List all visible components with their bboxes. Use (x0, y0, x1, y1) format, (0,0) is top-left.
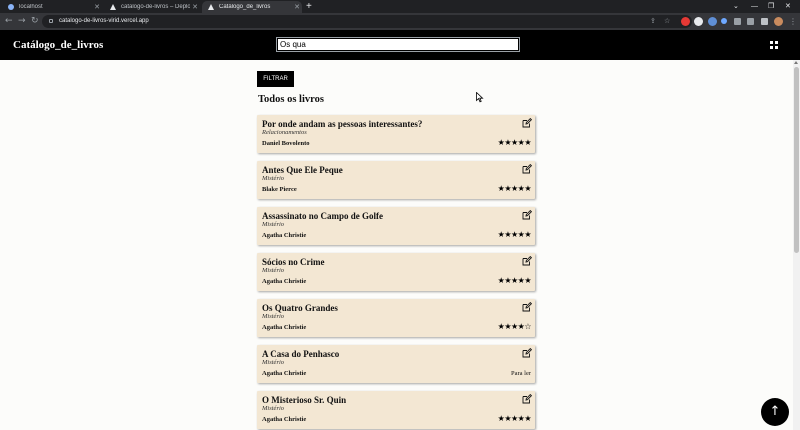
rating-stars: ★★★★★ (497, 276, 532, 285)
scroll-to-top-button[interactable]: ↑ (761, 398, 789, 426)
book-card[interactable]: Assassinato no Campo de Golfe Mistério Aga… (257, 207, 535, 245)
lock-icon (49, 19, 53, 23)
avatar[interactable] (774, 17, 783, 26)
vercel-icon (208, 4, 214, 10)
close-icon[interactable]: ✕ (190, 3, 200, 11)
brand-title[interactable]: Catálogo_de_livros (13, 30, 103, 60)
tab-label: localhost (19, 4, 43, 10)
book-title: O Misterioso Sr. Quin (262, 395, 347, 405)
book-title: Os Quatro Grandes (262, 303, 338, 313)
book-title: Por onde andam as pessoas interessantes? (262, 119, 423, 129)
tab-localhost[interactable]: localhost ✕ (2, 1, 102, 13)
new-tab-button[interactable]: + (306, 1, 312, 13)
book-card[interactable]: Antes Que Ele Peque Mistério Blake Pierce ★… (257, 161, 535, 199)
scroll-up-icon[interactable] (794, 61, 798, 64)
edit-icon[interactable] (522, 394, 532, 404)
reload-icon[interactable]: ↻ (31, 13, 39, 30)
rating-stars: ★★★★★ (497, 184, 532, 193)
puzzle-icon[interactable] (747, 18, 754, 25)
extension-icon[interactable] (708, 17, 717, 26)
tab-deployment[interactable]: catalogo-de-livros – Deployment ✕ (104, 1, 200, 13)
reading-status: Para ler (510, 370, 531, 377)
globe-icon (8, 4, 14, 10)
vercel-icon (110, 4, 116, 10)
book-author: Agatha Christie (262, 278, 307, 285)
minimize-button[interactable]: — (751, 0, 758, 13)
book-title: Assassinato no Campo de Golfe (262, 211, 384, 221)
restore-button[interactable]: ❐ (768, 0, 774, 13)
close-icon[interactable]: ✕ (92, 3, 102, 11)
book-title: Sócios no Crime (262, 257, 325, 267)
sidebar-icon[interactable] (761, 18, 768, 25)
bookmark-star-icon[interactable]: ☆ (664, 15, 670, 28)
book-card[interactable]: Sócios no Crime Mistério Agatha Christie ★★… (257, 253, 535, 291)
book-title: A Casa do Penhasco (262, 349, 340, 359)
extension-icon[interactable] (721, 18, 727, 24)
scroll-thumb[interactable] (794, 67, 799, 253)
book-genre: Mistério (262, 359, 285, 366)
close-icon[interactable]: ✕ (292, 3, 302, 11)
app-header: Catálogo_de_livros (0, 30, 800, 60)
rating-stars: ★★★★★ (497, 138, 532, 147)
url-text[interactable]: catalogo-de-livros-virid.vercel.app (59, 15, 149, 28)
browser-tab-bar: localhost ✕ catalogo-de-livros – Deploym… (0, 0, 800, 13)
filter-button[interactable]: FILTRAR (257, 71, 294, 87)
book-genre: Mistério (262, 175, 285, 182)
book-card[interactable]: Por onde andam as pessoas interessantes?… (257, 115, 535, 153)
book-card[interactable]: Os Quatro Grandes Mistério Agatha Christie… (257, 299, 535, 337)
grid-view-icon[interactable] (770, 41, 778, 49)
rating-stars: ★★★★☆ (497, 322, 532, 331)
edit-icon[interactable] (522, 210, 532, 220)
back-icon[interactable]: ← (5, 13, 13, 30)
book-genre: Mistério (262, 267, 285, 274)
extension-icon[interactable] (734, 18, 741, 25)
share-icon[interactable]: ⇪ (650, 15, 656, 28)
address-bar: ← → ↻ catalogo-de-livros-virid.vercel.ap… (0, 13, 800, 30)
forward-icon[interactable]: → (18, 13, 26, 30)
section-title: Todos os livros (258, 94, 324, 105)
tab-search-icon[interactable]: ⌄ (733, 0, 739, 13)
book-genre: Relacionamentos (262, 129, 307, 136)
book-title: Antes Que Ele Peque (262, 165, 343, 175)
book-author: Agatha Christie (262, 324, 307, 331)
rating-stars: ★★★★★ (497, 414, 532, 423)
edit-icon[interactable] (522, 164, 532, 174)
book-card[interactable]: O Misterioso Sr. Quin Mistério Agatha Chri… (257, 391, 535, 429)
edit-icon[interactable] (522, 302, 532, 312)
extension-icon[interactable] (694, 17, 703, 26)
edit-icon[interactable] (522, 348, 532, 358)
book-author: Agatha Christie (262, 232, 307, 239)
book-genre: Mistério (262, 221, 285, 228)
book-author: Agatha Christie (262, 370, 307, 377)
edit-icon[interactable] (522, 256, 532, 266)
tab-catalogo[interactable]: Catálogo_de_livros ✕ (202, 1, 302, 13)
rating-stars: ★★★★★ (497, 230, 532, 239)
edit-icon[interactable] (522, 118, 532, 128)
omnibox[interactable]: catalogo-de-livros-virid.vercel.app ⇪ ☆ (42, 15, 692, 28)
book-author: Daniel Bovolento (262, 140, 310, 147)
book-genre: Mistério (262, 405, 285, 412)
mouse-cursor-icon (476, 92, 484, 103)
extension-icon[interactable] (681, 17, 690, 26)
menu-icon[interactable]: ⋮ (789, 13, 797, 30)
tab-label: Catálogo_de_livros (219, 4, 271, 10)
book-author: Blake Pierce (262, 186, 297, 193)
window-close-button[interactable]: ✕ (785, 0, 791, 13)
tab-label: catalogo-de-livros – Deployment (121, 4, 190, 10)
search-input[interactable] (276, 37, 520, 52)
book-author: Agatha Christie (262, 416, 307, 423)
book-genre: Mistério (262, 313, 285, 320)
book-card[interactable]: A Casa do Penhasco Mistério Agatha Christi… (257, 345, 535, 383)
scrollbar[interactable] (793, 60, 800, 430)
